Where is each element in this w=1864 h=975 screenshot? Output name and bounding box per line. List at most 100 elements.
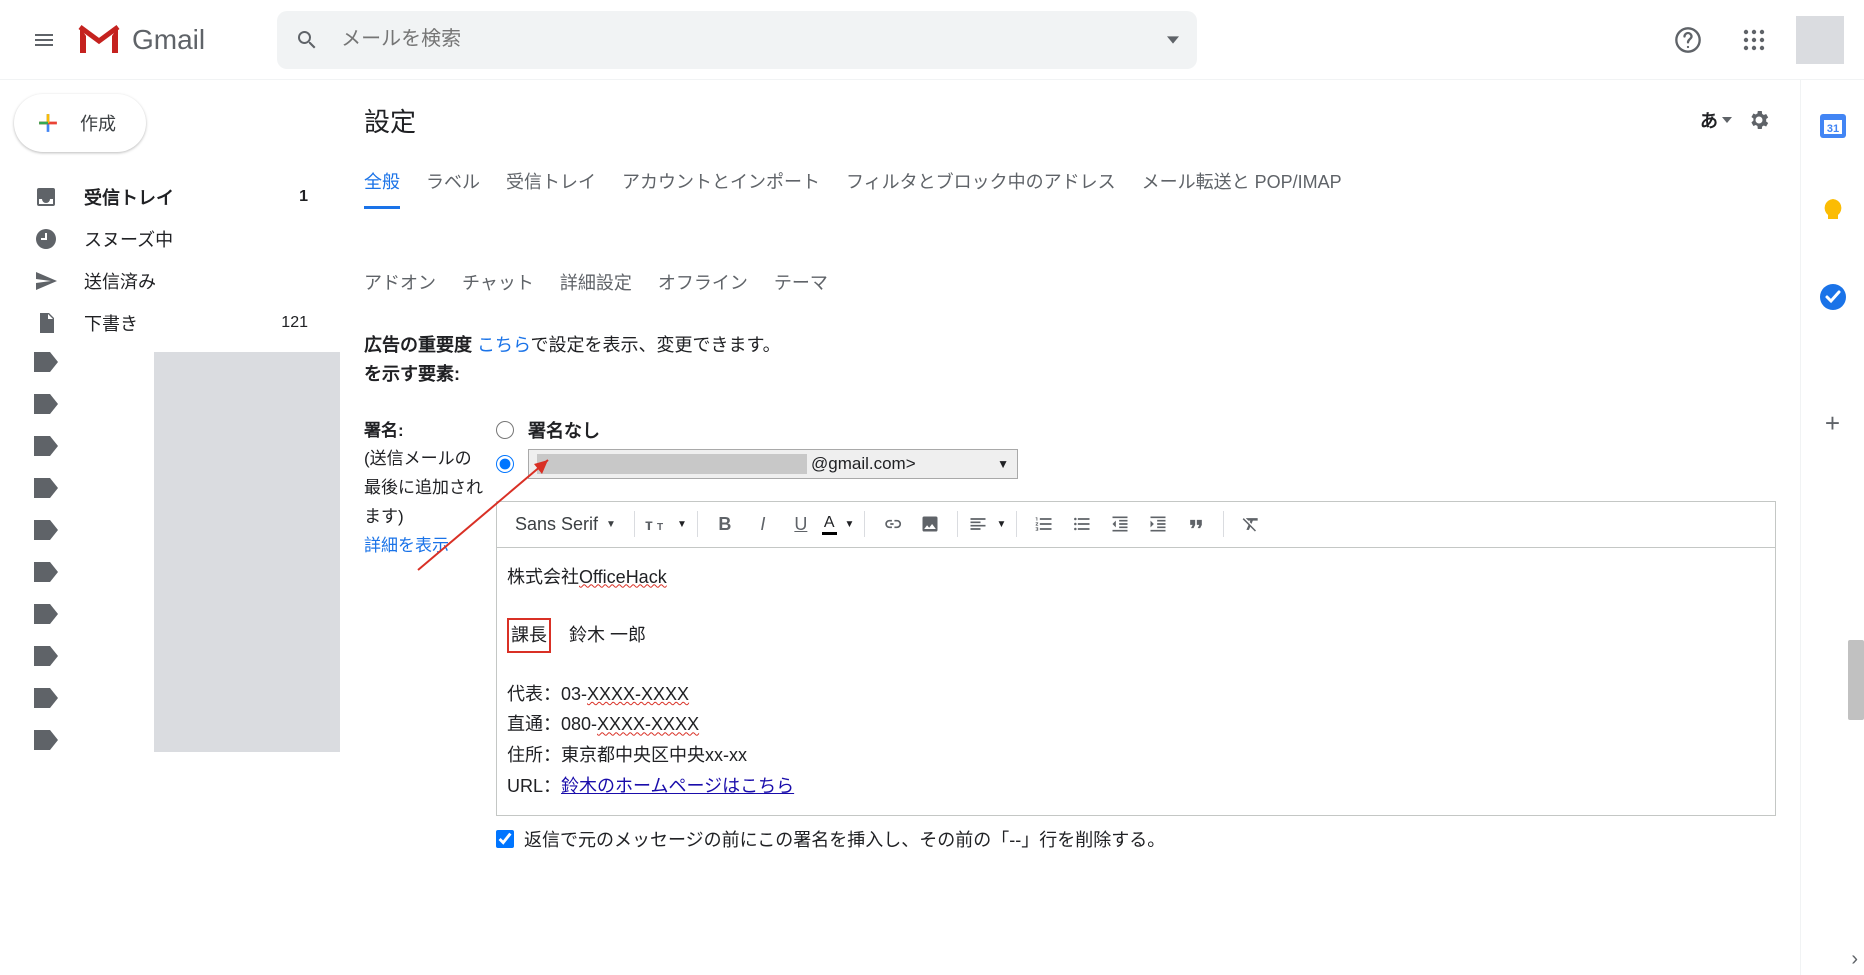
radio-use-signature[interactable] (496, 455, 514, 473)
ad-importance-row: 広告の重要度 こちらで設定を表示、変更できます。 を示す要素: (364, 331, 1776, 389)
signature-reply-checkbox[interactable] (496, 830, 514, 848)
signature-label: 署名: (364, 421, 404, 440)
signature-section: 署名: (送信メールの 最後に追加され ます) 詳細を表示 署名なし (364, 417, 1776, 853)
tab-offline[interactable]: オフライン (658, 269, 748, 307)
add-addon-button[interactable]: + (1825, 408, 1840, 439)
calendar-app-button[interactable]: 31 (1818, 110, 1848, 140)
search-options-dropdown-icon[interactable] (1167, 34, 1179, 46)
indent-less-button[interactable] (1103, 507, 1137, 541)
signature-account-option[interactable]: @gmail.com> ▼ (496, 449, 1776, 479)
gear-icon (1747, 108, 1771, 132)
gmail-logo-area[interactable]: Gmail (76, 23, 205, 57)
text-color-button[interactable]: A▼ (822, 514, 855, 535)
search-input[interactable] (341, 28, 1167, 51)
font-size-select[interactable]: тT▼ (645, 514, 687, 534)
tab-chat[interactable]: チャット (462, 269, 534, 307)
dropdown-caret-icon (1722, 117, 1732, 123)
ad-settings-link[interactable]: こちら (477, 335, 530, 355)
tab-forwarding[interactable]: メール転送と POP/IMAP (1142, 168, 1342, 209)
draft-icon (34, 311, 58, 335)
quote-button[interactable] (1179, 507, 1213, 541)
send-icon (34, 269, 58, 293)
indent-more-button[interactable] (1141, 507, 1175, 541)
tasks-app-button[interactable] (1818, 282, 1848, 312)
side-panel-toggle[interactable]: › (1851, 948, 1858, 971)
tab-labels[interactable]: ラベル (426, 168, 480, 209)
apps-grid-icon (1742, 28, 1766, 52)
font-family-select[interactable]: Sans Serif▼ (507, 514, 624, 535)
compose-label: 作成 (80, 110, 116, 136)
label-tag-icon[interactable] (34, 436, 58, 456)
labels-placeholder (154, 352, 340, 752)
header: Gmail (0, 0, 1864, 80)
nav-snoozed[interactable]: スヌーズ中 (0, 218, 340, 260)
nav-drafts[interactable]: 下書き 121 (0, 302, 340, 344)
svg-text:т: т (645, 517, 653, 534)
signature-url-link[interactable]: 鈴木のホームページはこちら (561, 776, 794, 796)
label-tag-icon[interactable] (34, 352, 58, 372)
label-tag-icon[interactable] (34, 520, 58, 540)
remove-format-button[interactable] (1234, 507, 1268, 541)
link-button[interactable] (875, 507, 909, 541)
keep-app-button[interactable] (1818, 196, 1848, 226)
bold-button[interactable]: B (708, 507, 742, 541)
radio-no-signature[interactable] (496, 421, 514, 439)
image-button[interactable] (913, 507, 947, 541)
main-menu-button[interactable] (20, 16, 68, 64)
gmail-wordmark: Gmail (132, 24, 205, 56)
label-tag-icon[interactable] (34, 394, 58, 414)
search-bar[interactable] (277, 11, 1197, 69)
page-title: 設定 (364, 102, 416, 139)
tab-accounts[interactable]: アカウントとインポート (622, 168, 820, 209)
tab-filters[interactable]: フィルタとブロック中のアドレス (846, 168, 1116, 209)
numbered-list-button[interactable] (1027, 507, 1061, 541)
sidebar: 作成 受信トレイ 1 スヌーズ中 送信済み 下書き 121 (0, 80, 340, 975)
align-button[interactable]: ▼ (968, 514, 1006, 534)
input-language-button[interactable]: あ (1700, 107, 1732, 133)
label-tag-icon[interactable] (34, 604, 58, 624)
tab-themes[interactable]: テーマ (774, 269, 828, 307)
tab-general[interactable]: 全般 (364, 168, 400, 209)
signature-reply-option[interactable]: 返信で元のメッセージの前にこの署名を挿入し、その前の「--」行を削除する。 (496, 826, 1776, 852)
signature-detail-link[interactable]: 詳細を表示 (364, 532, 496, 561)
account-avatar[interactable] (1796, 16, 1844, 64)
label-tag-icon[interactable] (34, 478, 58, 498)
hamburger-icon (32, 28, 56, 52)
underline-button[interactable]: U (784, 507, 818, 541)
nav-sent[interactable]: 送信済み (0, 260, 340, 302)
svg-text:31: 31 (1826, 123, 1838, 135)
label-tag-icon[interactable] (34, 562, 58, 582)
italic-button[interactable]: I (746, 507, 780, 541)
labels-section (0, 352, 340, 772)
clock-icon (34, 227, 58, 251)
compose-button[interactable]: 作成 (14, 94, 146, 152)
highlighted-title: 課長 (507, 618, 551, 653)
signature-editor: Sans Serif▼ тT▼ B I U A▼ ▼ (496, 501, 1776, 817)
plus-icon (32, 107, 64, 139)
signature-textarea[interactable]: 株式会社OfficeHack 課長 鈴木 一郎 代表：03-XXXX-XXXX … (497, 548, 1775, 816)
settings-main: 設定 あ 全般 ラベル 受信トレイ アカウントとインポート フィルタとブロック中… (340, 80, 1800, 975)
tab-addons[interactable]: アドオン (364, 269, 436, 307)
scrollbar-thumb[interactable] (1848, 640, 1864, 720)
support-button[interactable] (1664, 16, 1712, 64)
tab-advanced[interactable]: 詳細設定 (560, 269, 632, 307)
gmail-logo-icon (76, 23, 122, 57)
tab-inbox[interactable]: 受信トレイ (506, 168, 596, 209)
account-select[interactable]: @gmail.com> ▼ (528, 449, 1018, 479)
folder-nav: 受信トレイ 1 スヌーズ中 送信済み 下書き 121 (0, 176, 340, 344)
nav-inbox[interactable]: 受信トレイ 1 (0, 176, 340, 218)
signature-none-option[interactable]: 署名なし (496, 417, 1776, 443)
label-tag-icon[interactable] (34, 646, 58, 666)
label-tag-icon[interactable] (34, 688, 58, 708)
settings-gear-button[interactable] (1742, 103, 1776, 137)
search-icon (295, 28, 319, 52)
header-right-controls (1664, 16, 1844, 64)
label-tag-icon[interactable] (34, 730, 58, 750)
account-redacted (537, 454, 807, 474)
settings-tabs: 全般 ラベル 受信トレイ アカウントとインポート フィルタとブロック中のアドレス… (364, 168, 1776, 307)
inbox-icon (34, 185, 58, 209)
side-panel: 31 + › (1800, 80, 1864, 975)
bullet-list-button[interactable] (1065, 507, 1099, 541)
apps-button[interactable] (1730, 16, 1778, 64)
svg-text:T: T (657, 522, 663, 533)
